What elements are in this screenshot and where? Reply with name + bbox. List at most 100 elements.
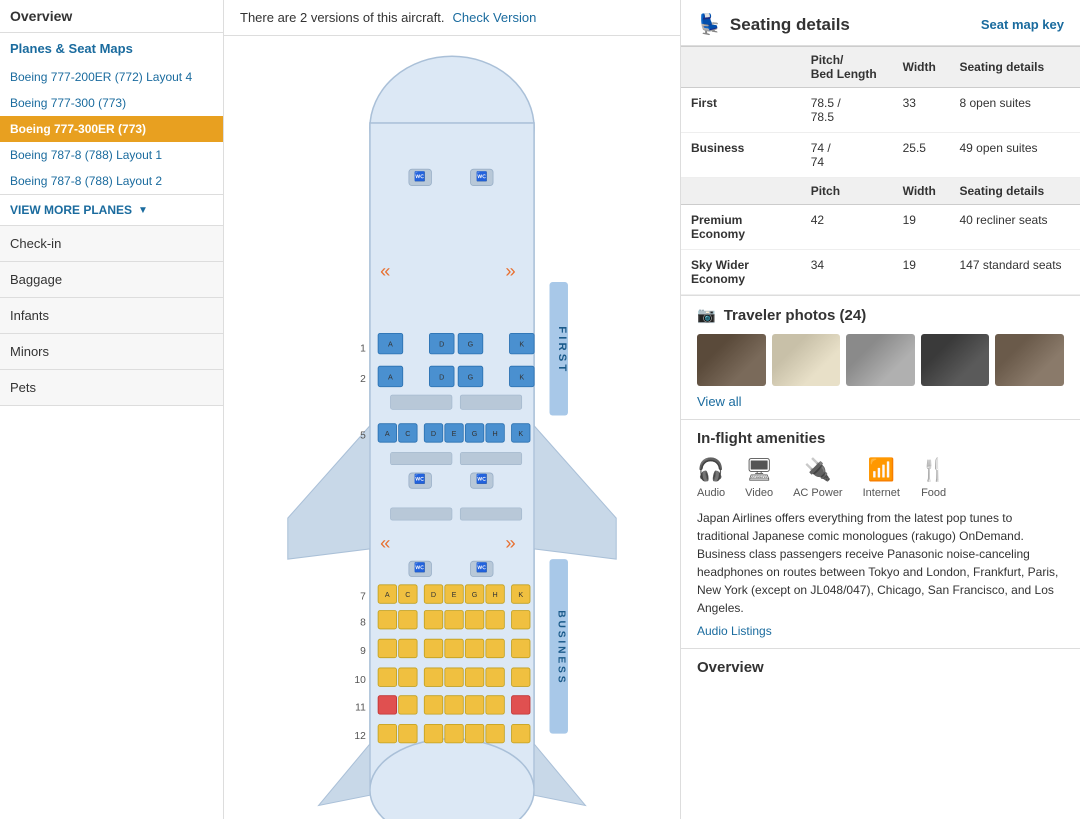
- seating-row-first: First 78.5 /78.5 33 8 open suites: [681, 88, 1080, 133]
- traveler-photos-section: 📷 Traveler photos (24) View all: [681, 295, 1080, 419]
- row-label-8: 8: [360, 617, 366, 628]
- svg-text:D: D: [439, 374, 444, 382]
- amenity-internet: 📶 Internet: [863, 457, 900, 499]
- svg-text:C: C: [405, 591, 410, 599]
- seating-details-title: 💺 Seating details: [697, 12, 850, 37]
- sidebar: Overview Planes & Seat Maps Boeing 777-2…: [0, 0, 224, 819]
- photo-thumb-1[interactable]: [697, 334, 766, 386]
- photo-thumb-4[interactable]: [921, 334, 990, 386]
- traveler-photos-label: Traveler photos (24): [724, 307, 867, 324]
- sidebar-item-boeing-772[interactable]: Boeing 777-200ER (772) Layout 4: [0, 64, 223, 90]
- chevron-down-icon: ▼: [138, 205, 148, 216]
- sidebar-item-pets[interactable]: Pets: [0, 370, 223, 406]
- photo-thumb-5[interactable]: [995, 334, 1064, 386]
- svg-text:K: K: [519, 341, 524, 349]
- view-all-link[interactable]: View all: [697, 394, 742, 409]
- amenities-section: In-flight amenities 🎧 Audio 🖥 Video 🔌 AC…: [681, 419, 1080, 648]
- svg-text:🚾: 🚾: [414, 561, 425, 573]
- row-label-9: 9: [360, 646, 366, 657]
- svg-text:G: G: [468, 374, 474, 382]
- svg-text:K: K: [518, 430, 523, 438]
- seating-row-business: Business 74 /74 25.5 49 open suites: [681, 133, 1080, 178]
- sidebar-item-boeing-788-2[interactable]: Boeing 787-8 (788) Layout 2: [0, 168, 223, 194]
- seating-sub-header-2: Pitch Width Seating details: [681, 178, 1080, 205]
- wifi-icon: 📶: [868, 457, 895, 483]
- row-label-7: 7: [360, 592, 366, 603]
- photo-thumb-2[interactable]: [772, 334, 841, 386]
- row-label-10: 10: [354, 675, 366, 686]
- sidebar-item-minors[interactable]: Minors: [0, 334, 223, 370]
- svg-text:🚾: 🚾: [476, 473, 487, 485]
- ac-power-icon: 🔌: [804, 457, 831, 483]
- svg-text:G: G: [472, 591, 478, 599]
- seat-icon: 💺: [697, 12, 722, 37]
- center-content: There are 2 versions of this aircraft. C…: [224, 0, 680, 819]
- svg-text:»: »: [505, 532, 515, 553]
- svg-text:F I R S T: F I R S T: [556, 326, 568, 371]
- sidebar-overview[interactable]: Overview: [0, 0, 223, 33]
- row-label-11: 11: [355, 702, 366, 713]
- svg-text:E: E: [452, 591, 457, 599]
- amenity-audio: 🎧 Audio: [697, 457, 725, 499]
- amenities-title: In-flight amenities: [697, 430, 1064, 447]
- sidebar-item-checkin[interactable]: Check-in: [0, 226, 223, 262]
- seating-sub-header-1: Pitch/Bed Length Width Seating details: [681, 47, 1080, 88]
- sidebar-planes-section-title: Planes & Seat Maps: [0, 33, 223, 64]
- sidebar-item-infants[interactable]: Infants: [0, 298, 223, 334]
- seat-map-container: F I R S T B U S I N E S S « » « » 🚾 🚾 1: [224, 36, 680, 819]
- svg-text:D: D: [431, 591, 436, 599]
- audio-icon: 🎧: [697, 457, 724, 483]
- svg-text:«: «: [380, 260, 390, 281]
- svg-text:G: G: [472, 430, 478, 438]
- camera-icon: 📷: [697, 306, 716, 324]
- check-version-link[interactable]: Check Version: [452, 10, 536, 25]
- svg-text:🚾: 🚾: [414, 473, 425, 485]
- amenity-video-label: Video: [745, 487, 773, 499]
- svg-text:G: G: [468, 341, 474, 349]
- svg-text:»: »: [505, 260, 515, 281]
- amenities-description: Japan Airlines offers everything from th…: [697, 509, 1064, 617]
- svg-text:E: E: [452, 430, 457, 438]
- photo-thumb-3[interactable]: [846, 334, 915, 386]
- svg-text:A: A: [385, 430, 390, 438]
- seating-details-label: Seating details: [730, 15, 850, 35]
- sidebar-item-baggage[interactable]: Baggage: [0, 262, 223, 298]
- svg-text:🚾: 🚾: [414, 170, 425, 182]
- svg-text:🚾: 🚾: [476, 170, 487, 182]
- overview-bottom-section: Overview: [681, 648, 1080, 686]
- amenity-audio-label: Audio: [697, 487, 725, 499]
- traveler-photos-title: 📷 Traveler photos (24): [697, 306, 1064, 324]
- sidebar-item-boeing-788-1[interactable]: Boeing 787-8 (788) Layout 1: [0, 142, 223, 168]
- row-label-1: 1: [360, 343, 366, 354]
- svg-text:H: H: [493, 430, 498, 438]
- svg-text:A: A: [388, 341, 393, 349]
- svg-text:D: D: [431, 430, 436, 438]
- amenity-food-label: Food: [921, 487, 946, 499]
- row-label-5: 5: [360, 431, 366, 442]
- seating-details-header: 💺 Seating details Seat map key: [681, 0, 1080, 46]
- svg-text:K: K: [519, 374, 524, 382]
- food-icon: 🍴: [920, 457, 947, 483]
- photos-row: [697, 334, 1064, 386]
- svg-text:«: «: [380, 532, 390, 553]
- sidebar-item-boeing-773[interactable]: Boeing 777-300 (773): [0, 90, 223, 116]
- video-icon: 🖥: [745, 457, 773, 483]
- row-label-2: 2: [360, 374, 366, 385]
- svg-text:D: D: [439, 341, 444, 349]
- seat-map-svg: F I R S T B U S I N E S S « » « » 🚾 🚾 1: [262, 46, 642, 819]
- svg-text:K: K: [518, 591, 523, 599]
- seating-row-premium-economy: PremiumEconomy 42 19 40 recliner seats: [681, 205, 1080, 250]
- svg-text:B U S I N E S S: B U S I N E S S: [556, 610, 567, 682]
- audio-listings-link[interactable]: Audio Listings: [697, 624, 772, 638]
- seat-map-key-link[interactable]: Seat map key: [981, 17, 1064, 32]
- amenity-food: 🍴 Food: [920, 457, 947, 499]
- svg-text:C: C: [405, 430, 410, 438]
- svg-text:H: H: [493, 591, 498, 599]
- view-more-planes-button[interactable]: VIEW MORE PLANES ▼: [0, 194, 223, 226]
- amenity-ac-power: 🔌 AC Power: [793, 457, 843, 499]
- view-more-label: VIEW MORE PLANES: [10, 203, 132, 217]
- version-text: There are 2 versions of this aircraft.: [240, 10, 444, 25]
- seating-table: Pitch/Bed Length Width Seating details F…: [681, 46, 1080, 295]
- sidebar-item-boeing-773er[interactable]: Boeing 777-300ER (773): [0, 116, 223, 142]
- amenities-icons: 🎧 Audio 🖥 Video 🔌 AC Power 📶 Internet 🍴: [697, 457, 1064, 499]
